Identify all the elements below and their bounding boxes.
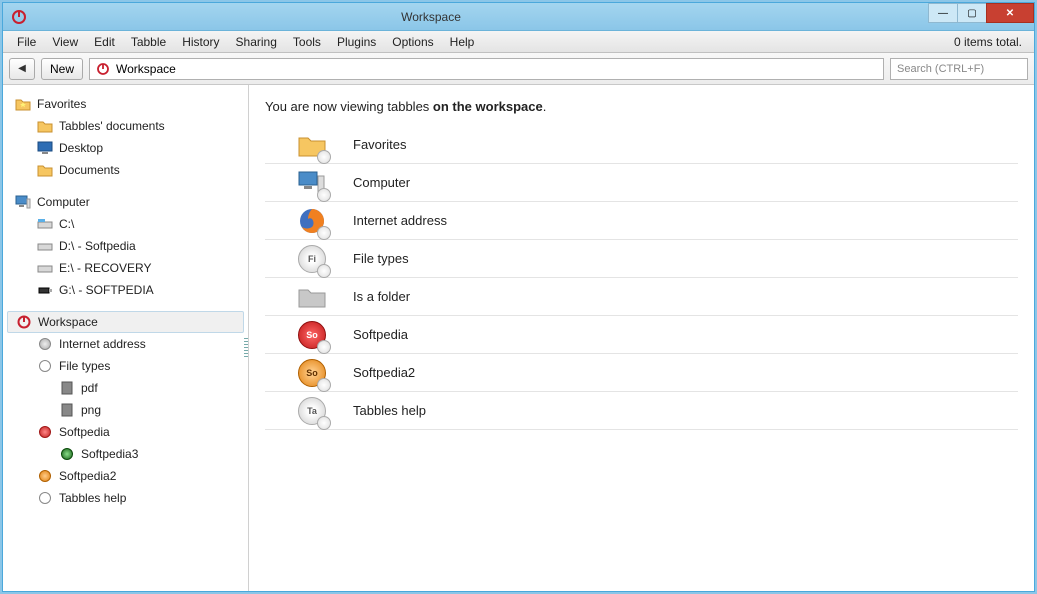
menu-options[interactable]: Options	[384, 32, 441, 52]
maximize-button[interactable]: ▢	[957, 3, 987, 23]
titlebar[interactable]: Workspace — ▢ ✕	[3, 3, 1034, 31]
circle-orange-icon	[37, 468, 53, 484]
drive-c-icon	[37, 216, 53, 232]
circle-red-softpedia-icon: So	[295, 318, 329, 352]
menu-plugins[interactable]: Plugins	[329, 32, 384, 52]
tree-pdf[interactable]: pdf	[3, 377, 248, 399]
desktop-icon	[37, 140, 53, 156]
menu-tools[interactable]: Tools	[285, 32, 329, 52]
tree-group-workspace: Workspace Internet address File types pd…	[3, 311, 248, 509]
tabble-internet-address[interactable]: Internet address	[265, 202, 1018, 240]
tabble-softpedia2[interactable]: So Softpedia2	[265, 354, 1018, 392]
circle-gray-icon	[37, 336, 53, 352]
tree-documents[interactable]: Documents	[3, 159, 248, 181]
status-items-total: 0 items total.	[954, 35, 1028, 49]
tree-group-favorites: Favorites Tabbles' documents Desktop Doc…	[3, 93, 248, 181]
tree-desktop[interactable]: Desktop	[3, 137, 248, 159]
tree-softpedia[interactable]: Softpedia	[3, 421, 248, 443]
menu-help[interactable]: Help	[442, 32, 483, 52]
tree-png[interactable]: png	[3, 399, 248, 421]
tree-workspace[interactable]: Workspace	[7, 311, 244, 333]
menu-sharing[interactable]: Sharing	[228, 32, 285, 52]
minimize-button[interactable]: —	[928, 3, 958, 23]
tree-softpedia2[interactable]: Softpedia2	[3, 465, 248, 487]
drive-icon	[37, 238, 53, 254]
close-button[interactable]: ✕	[986, 3, 1034, 23]
tabble-computer[interactable]: Computer	[265, 164, 1018, 202]
firefox-icon	[295, 204, 329, 238]
tree-drive-c[interactable]: C:\	[3, 213, 248, 235]
main-heading: You are now viewing tabbles on the works…	[265, 99, 1018, 114]
circle-gray-tabbleshelp-icon: Ta	[295, 394, 329, 428]
tree-drive-e[interactable]: E:\ - RECOVERY	[3, 257, 248, 279]
folder-icon	[37, 118, 53, 134]
circle-empty-icon	[37, 358, 53, 374]
sidebar-resize-handle[interactable]	[244, 338, 248, 358]
new-button[interactable]: New	[41, 58, 83, 80]
search-input[interactable]: Search (CTRL+F)	[890, 58, 1028, 80]
favorites-big-icon	[295, 128, 329, 162]
circle-gray-filetypes-icon: Fi	[295, 242, 329, 276]
app-icon	[11, 9, 27, 25]
tabble-file-types[interactable]: Fi File types	[265, 240, 1018, 278]
menu-view[interactable]: View	[44, 32, 86, 52]
address-bar[interactable]: Workspace	[89, 58, 884, 80]
menu-history[interactable]: History	[174, 32, 227, 52]
circle-green-icon	[59, 446, 75, 462]
computer-icon	[15, 194, 31, 210]
address-text: Workspace	[116, 62, 176, 76]
main-panel: You are now viewing tabbles on the works…	[249, 85, 1034, 591]
workspace-icon	[96, 62, 110, 76]
circle-orange-softpedia2-icon: So	[295, 356, 329, 390]
favorites-folder-icon	[15, 96, 31, 112]
app-window: Workspace — ▢ ✕ File View Edit Tabble Hi…	[2, 2, 1035, 592]
menubar: File View Edit Tabble History Sharing To…	[3, 31, 1034, 53]
tabble-is-a-folder[interactable]: Is a folder	[265, 278, 1018, 316]
back-button[interactable]: ◀	[9, 58, 35, 80]
folder-gray-icon	[295, 280, 329, 314]
tree-computer[interactable]: Computer	[3, 191, 248, 213]
tree-drive-d[interactable]: D:\ - Softpedia	[3, 235, 248, 257]
window-title: Workspace	[33, 10, 929, 24]
tree-file-types[interactable]: File types	[3, 355, 248, 377]
folder-icon	[37, 162, 53, 178]
circle-empty-icon	[37, 490, 53, 506]
tree-drive-g[interactable]: G:\ - SOFTPEDIA	[3, 279, 248, 301]
tree-internet-address[interactable]: Internet address	[3, 333, 248, 355]
tree-tabbles-help[interactable]: Tabbles help	[3, 487, 248, 509]
file-icon	[59, 402, 75, 418]
circle-red-icon	[37, 424, 53, 440]
menu-file[interactable]: File	[9, 32, 44, 52]
file-icon	[59, 380, 75, 396]
usb-icon	[37, 282, 53, 298]
tree-group-computer: Computer C:\ D:\ - Softpedia E:\ - RECOV…	[3, 191, 248, 301]
computer-big-icon	[295, 166, 329, 200]
back-arrow-icon: ◀	[18, 63, 26, 74]
tabble-tabbles-help[interactable]: Ta Tabbles help	[265, 392, 1018, 430]
drive-icon	[37, 260, 53, 276]
tree-favorites[interactable]: Favorites	[3, 93, 248, 115]
tree-softpedia3[interactable]: Softpedia3	[3, 443, 248, 465]
sidebar: Favorites Tabbles' documents Desktop Doc…	[3, 85, 249, 591]
tree-tabbles-documents[interactable]: Tabbles' documents	[3, 115, 248, 137]
tabble-softpedia[interactable]: So Softpedia	[265, 316, 1018, 354]
toolbar: ◀ New Workspace Search (CTRL+F)	[3, 53, 1034, 85]
window-controls: — ▢ ✕	[929, 3, 1034, 23]
menu-tabble[interactable]: Tabble	[123, 32, 174, 52]
menu-edit[interactable]: Edit	[86, 32, 123, 52]
content-body: Favorites Tabbles' documents Desktop Doc…	[3, 85, 1034, 591]
tabble-favorites[interactable]: Favorites	[265, 126, 1018, 164]
workspace-icon	[16, 314, 32, 330]
